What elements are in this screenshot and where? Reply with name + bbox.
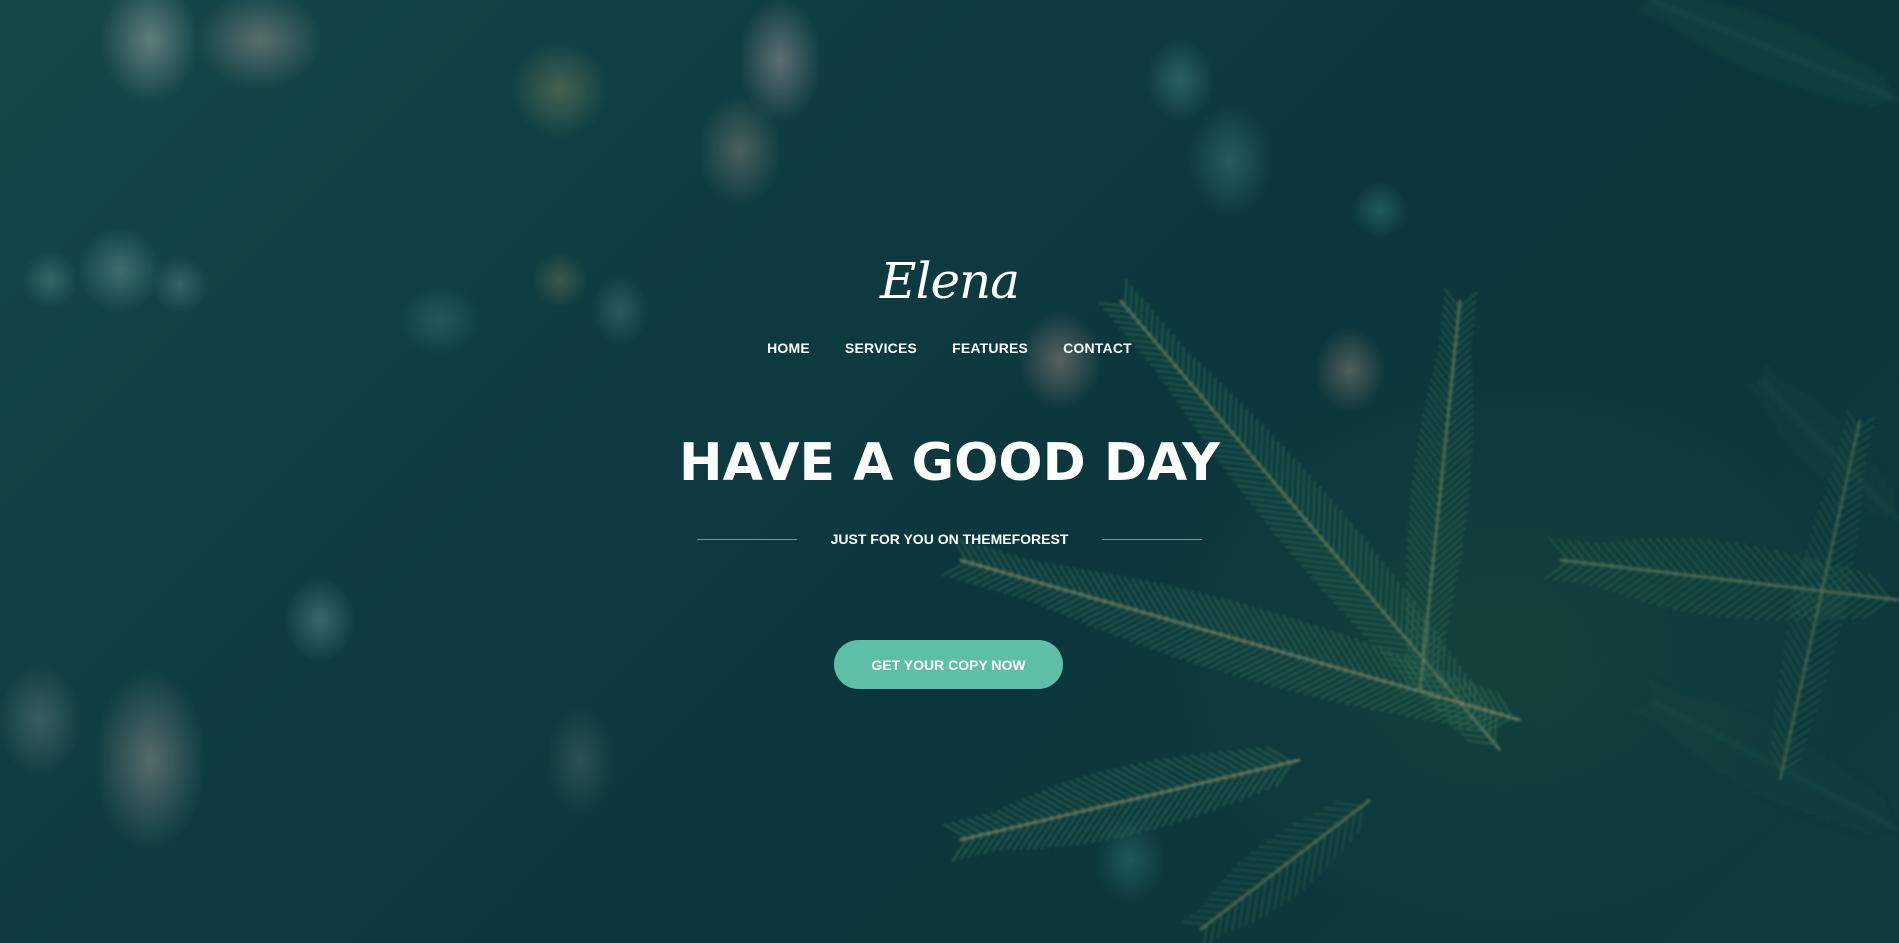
brand-logo[interactable]: Elena (0, 246, 1899, 316)
hero-subheadline: JUST FOR YOU ON THEMEFOREST (830, 531, 1069, 547)
nav-item-contact[interactable]: CONTACT (1063, 338, 1132, 358)
main-nav: HOME SERVICES FEATURES CONTACT (0, 338, 1899, 358)
divider-left (696, 538, 797, 540)
nav-item-home[interactable]: HOME (767, 338, 810, 358)
hero-headline: HAVE A GOOD DAY (679, 433, 1220, 493)
get-copy-button[interactable]: GET YOUR COPY NOW (834, 640, 1063, 689)
nav-item-features[interactable]: FEATURES (952, 338, 1028, 358)
divider-right (1102, 538, 1203, 540)
nav-item-services[interactable]: SERVICES (845, 338, 917, 358)
hero-subheadline-row: JUST FOR YOU ON THEMEFOREST (0, 529, 1899, 549)
